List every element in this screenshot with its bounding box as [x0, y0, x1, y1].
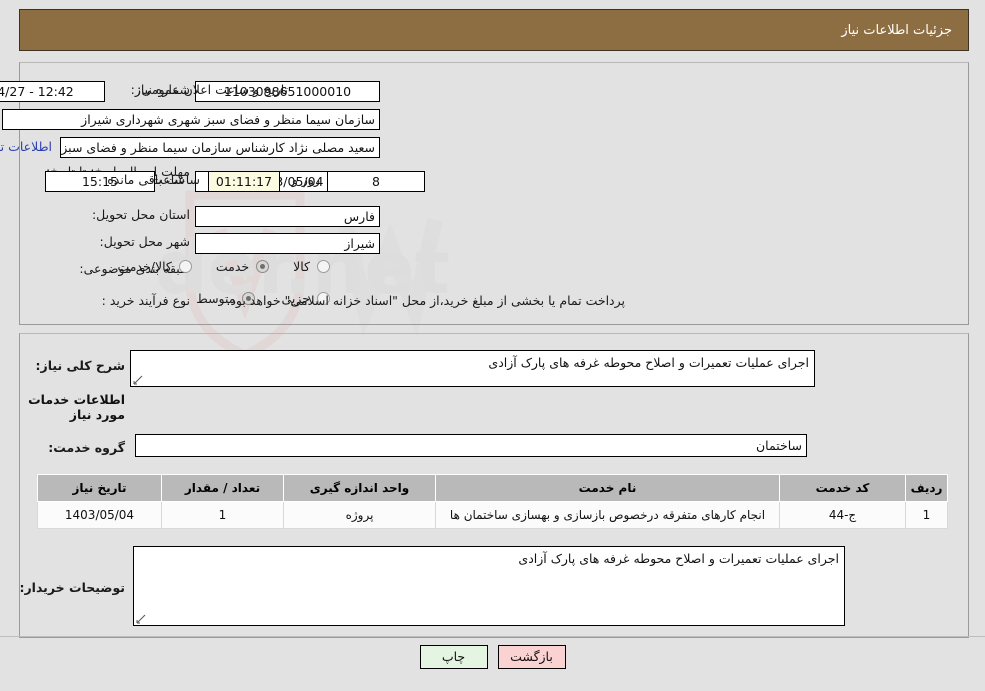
- service-group-value[interactable]: ساختمان: [135, 434, 807, 457]
- cell-service-code: ج-44: [779, 501, 906, 529]
- remaining-suffix-label: ساعت باقی مانده: [107, 172, 200, 187]
- cell-service-name: انجام کارهای متفرقه درخصوص بازسازی و بهس…: [435, 501, 780, 529]
- process-type-label: نوع فرآیند خرید :: [101, 293, 190, 308]
- city-label: شهر محل تحویل:: [99, 234, 190, 249]
- col-radif: ردیف: [905, 474, 948, 502]
- province-label: استان محل تحویل:: [91, 207, 190, 222]
- creator-value[interactable]: سعید مصلی نژاد کارشناس سازمان سیما منظر …: [60, 137, 380, 158]
- service-group-label: گروه خدمت:: [48, 440, 125, 455]
- page-title: جزئیات اطلاعات نیاز: [841, 22, 952, 38]
- table-row[interactable]: 1 ج-44 انجام کارهای متفرقه درخصوص بازساز…: [37, 501, 948, 529]
- print-button[interactable]: چاپ: [419, 645, 488, 669]
- service-group-field-row: ساختمان: [135, 434, 807, 457]
- time-remaining-value: 01:11:17: [208, 171, 280, 192]
- general-desc-label-row: شرح کلی نیاز:: [36, 358, 125, 373]
- general-description-textarea[interactable]: اجرای عملیات تعمیرات و اصلاح محوطه غرفه …: [130, 350, 815, 387]
- buyer-notes-label: توضیحات خریدار:: [19, 580, 125, 595]
- buyer-contact-link-row: اطلاعات تماس خریدار: [0, 139, 52, 154]
- announce-datetime-label-row: تاریخ و ساعت اعلان عمومی:: [137, 82, 288, 97]
- buyer-notes-textarea[interactable]: اجرای عملیات تعمیرات و اصلاح محوطه غرفه …: [133, 546, 845, 626]
- buyer-org-field-row: سازمان سیما منظر و فضای سبز شهری شهرداری…: [2, 109, 380, 130]
- days-remaining-value[interactable]: 8: [327, 171, 425, 192]
- city-label-row: شهر محل تحویل:: [100, 234, 190, 249]
- general-description-value: اجرای عملیات تعمیرات و اصلاح محوطه غرفه …: [488, 355, 809, 370]
- announce-datetime-field-row: 1403/04/27 - 12:42: [0, 81, 105, 102]
- buyer-org-value[interactable]: سازمان سیما منظر و فضای سبز شهری شهرداری…: [2, 109, 380, 130]
- category-option-kala-khedmat[interactable]: کالا/خدمت: [117, 259, 192, 274]
- services-table: ردیف کد خدمت نام خدمت واحد اندازه گیری ت…: [37, 474, 948, 529]
- city-value[interactable]: شیراز: [195, 233, 380, 254]
- days-word-row: روز و: [292, 172, 320, 187]
- action-button-bar: بازگشت چاپ: [0, 645, 985, 669]
- general-description-label: شرح کلی نیاز:: [35, 358, 125, 373]
- treasury-note-row: پرداخت تمام یا بخشی از مبلغ خرید،از محل …: [226, 293, 625, 308]
- announce-datetime-label: تاریخ و ساعت اعلان عمومی:: [137, 82, 288, 97]
- province-value[interactable]: فارس: [195, 206, 380, 227]
- need-info-panel: [19, 62, 969, 325]
- col-need-date: تاریخ نیاز: [37, 474, 162, 502]
- services-heading: اطلاعات خدمات مورد نیاز: [28, 392, 125, 422]
- col-service-code: کد خدمت: [779, 474, 906, 502]
- category-option-label: کالا: [293, 259, 310, 274]
- service-group-label-row: گروه خدمت:: [48, 440, 125, 455]
- radio-icon[interactable]: [317, 260, 330, 273]
- province-field-row: فارس: [195, 206, 380, 227]
- resize-grip-icon[interactable]: [133, 375, 143, 385]
- col-unit: واحد اندازه گیری: [283, 474, 436, 502]
- cell-unit: پروژه: [283, 501, 436, 529]
- category-option-kala[interactable]: کالا: [293, 259, 330, 274]
- buyer-notes-value: اجرای عملیات تعمیرات و اصلاح محوطه غرفه …: [518, 551, 839, 566]
- buyer-notes-label-row: توضیحات خریدار:: [19, 580, 125, 595]
- buyer-contact-link[interactable]: اطلاعات تماس خریدار: [0, 139, 52, 154]
- radio-icon[interactable]: [256, 260, 270, 273]
- treasury-note: پرداخت تمام یا بخشی از مبلغ خرید،از محل …: [226, 293, 625, 308]
- city-field-row: شیراز: [195, 233, 380, 254]
- resize-grip-icon[interactable]: [136, 614, 146, 624]
- cell-need-date: 1403/05/04: [37, 501, 162, 529]
- window-titlebar: جزئیات اطلاعات نیاز: [19, 9, 969, 51]
- remaining-suffix-row: ساعت باقی مانده: [107, 172, 200, 187]
- category-option-label: کالا/خدمت: [117, 259, 172, 274]
- bottom-divider: [0, 636, 985, 637]
- table-header-row: ردیف کد خدمت نام خدمت واحد اندازه گیری ت…: [37, 474, 948, 502]
- category-option-label: خدمت: [215, 259, 250, 274]
- days-word-label: روز و: [291, 172, 320, 187]
- creator-field-row: سعید مصلی نژاد کارشناس سازمان سیما منظر …: [60, 137, 380, 158]
- cell-radif: 1: [905, 501, 948, 529]
- page-root: AriaTender.net جزئیات اطلاعات نیاز شماره…: [0, 0, 985, 691]
- category-option-khedmat[interactable]: خدمت: [215, 259, 270, 274]
- days-remaining-field-row: 8: [327, 171, 425, 192]
- services-heading-row: اطلاعات خدمات مورد نیاز: [0, 392, 125, 422]
- col-service-name: نام خدمت: [435, 474, 780, 502]
- col-quantity: تعداد / مقدار: [161, 474, 284, 502]
- process-type-label-row: نوع فرآیند خرید :: [102, 293, 190, 308]
- time-remaining-field-row: 01:11:17: [208, 171, 280, 192]
- radio-icon[interactable]: [178, 260, 192, 273]
- back-button[interactable]: بازگشت: [497, 645, 566, 669]
- category-radio-group: کالا خدمت کالا/خدمت: [117, 259, 330, 274]
- cell-quantity: 1: [161, 501, 284, 529]
- announce-datetime-value[interactable]: 1403/04/27 - 12:42: [0, 81, 105, 102]
- province-label-row: استان محل تحویل:: [92, 207, 190, 222]
